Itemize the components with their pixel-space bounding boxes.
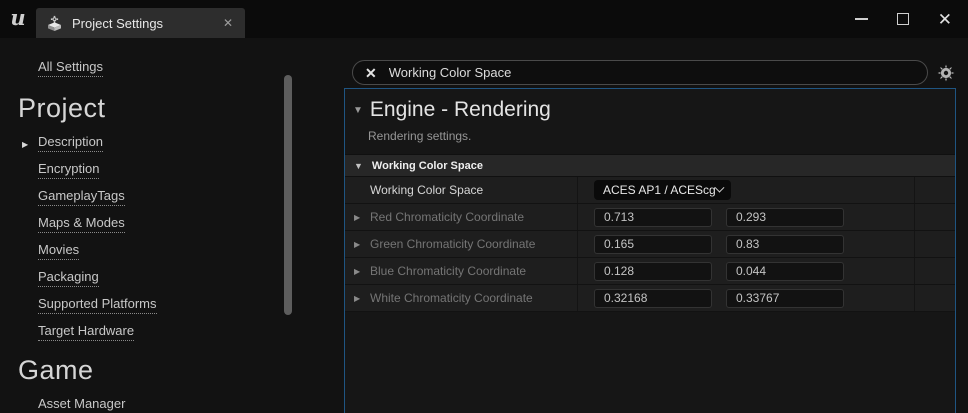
sidebar-item-label[interactable]: Maps & Modes <box>38 216 125 233</box>
settings-row: Working Color Space ACES AP1 / ACEScg <box>345 177 955 204</box>
sidebar-item-asset-manager[interactable]: Asset Manager <box>38 397 344 412</box>
settings-row: ▶ Red Chromaticity Coordinate 0.713 0.293 <box>345 204 955 231</box>
sidebar-scrollbar[interactable] <box>284 75 292 315</box>
row-value-cell: 0.128 0.044 <box>578 258 915 284</box>
row-expander-icon[interactable]: ▶ <box>354 267 362 276</box>
tab-project-settings[interactable]: Project Settings ✕ <box>36 8 245 38</box>
row-extra-cell <box>915 177 955 203</box>
row-label-cell: Working Color Space <box>345 177 578 203</box>
sidebar-item-label[interactable]: Movies <box>38 243 79 260</box>
sidebar-item-all-settings[interactable]: All Settings <box>38 59 103 77</box>
coordinate-value-field[interactable]: 0.128 <box>594 262 712 281</box>
row-value-cell: ACES AP1 / ACEScg <box>578 177 915 203</box>
row-label-cell: ▶ Green Chromaticity Coordinate <box>345 231 578 257</box>
dropdown-selected-value: ACES AP1 / ACEScg <box>603 183 716 197</box>
row-label: White Chromaticity Coordinate <box>370 291 533 305</box>
coordinate-value-field[interactable]: 0.83 <box>726 235 844 254</box>
row-value-cell: 0.32168 0.33767 <box>578 285 915 311</box>
section-collapse-icon[interactable]: ▼ <box>353 105 363 116</box>
sidebar-item-label[interactable]: Encryption <box>38 162 99 179</box>
row-extra-cell <box>915 285 955 311</box>
coordinate-value-field[interactable]: 0.165 <box>594 235 712 254</box>
category-collapse-icon[interactable]: ▼ <box>354 161 363 171</box>
sidebar-item-target-hardware[interactable]: Target Hardware <box>38 324 344 339</box>
sidebar-item-label[interactable]: Packaging <box>38 270 99 287</box>
sidebar-section-title-game: Game <box>18 355 344 386</box>
row-expander-icon[interactable]: ▶ <box>354 294 362 303</box>
chevron-down-icon <box>714 182 724 192</box>
settings-row: ▶ Blue Chromaticity Coordinate 0.128 0.044 <box>345 258 955 285</box>
settings-gear-icon[interactable] <box>936 63 956 83</box>
row-label-cell: ▶ Red Chromaticity Coordinate <box>345 204 578 230</box>
search-input[interactable] <box>389 65 915 80</box>
row-extra-cell <box>915 231 955 257</box>
unreal-logo-icon: u <box>0 0 36 38</box>
row-expander-icon[interactable]: ▶ <box>354 213 362 222</box>
maximize-button[interactable] <box>897 13 909 25</box>
row-value-cell: 0.165 0.83 <box>578 231 915 257</box>
row-value-cell: 0.713 0.293 <box>578 204 915 230</box>
row-expander-icon[interactable]: ▶ <box>354 240 362 249</box>
sidebar-item-packaging[interactable]: Packaging <box>38 270 344 285</box>
tab-close-icon[interactable]: ✕ <box>221 16 235 30</box>
sidebar-item-supported-platforms[interactable]: Supported Platforms <box>38 297 344 312</box>
sidebar-item-label[interactable]: Description <box>38 135 103 152</box>
section-subtitle: Rendering settings. <box>368 129 955 143</box>
minimize-button[interactable] <box>855 18 868 20</box>
clear-search-icon[interactable]: ✕ <box>365 66 377 80</box>
project-settings-icon <box>46 15 63 32</box>
sidebar-section-title-project: Project <box>18 93 344 124</box>
sidebar-item-label[interactable]: Supported Platforms <box>38 297 157 314</box>
coordinate-value-field[interactable]: 0.33767 <box>726 289 844 308</box>
tab-title: Project Settings <box>72 16 212 31</box>
row-extra-cell <box>915 258 955 284</box>
section-title: Engine - Rendering <box>370 98 551 122</box>
row-label: Working Color Space <box>370 183 483 197</box>
sidebar-item-gameplaytags[interactable]: GameplayTags <box>38 189 344 204</box>
working-color-space-dropdown[interactable]: ACES AP1 / ACEScg <box>594 180 731 200</box>
row-label: Red Chromaticity Coordinate <box>370 210 524 224</box>
sidebar-item-label[interactable]: GameplayTags <box>38 189 125 206</box>
category-header-working-color-space[interactable]: ▼ Working Color Space <box>345 154 955 177</box>
window-controls: ✕ <box>855 11 968 28</box>
titlebar: u Project Settings ✕ ✕ <box>0 0 968 38</box>
category-label: Working Color Space <box>372 160 483 172</box>
sidebar-item-encryption[interactable]: Encryption <box>38 162 344 177</box>
settings-sidebar: All Settings Project▶DescriptionEncrypti… <box>0 38 344 413</box>
row-label: Green Chromaticity Coordinate <box>370 237 535 251</box>
sidebar-item-movies[interactable]: Movies <box>38 243 344 258</box>
coordinate-value-field[interactable]: 0.293 <box>726 208 844 227</box>
settings-panel: ▼ Engine - Rendering Rendering settings.… <box>344 88 956 413</box>
row-label-cell: ▶ Blue Chromaticity Coordinate <box>345 258 578 284</box>
coordinate-value-field[interactable]: 0.713 <box>594 208 712 227</box>
row-label-cell: ▶ White Chromaticity Coordinate <box>345 285 578 311</box>
sidebar-item-description[interactable]: ▶Description <box>38 135 344 150</box>
selected-item-arrow-icon: ▶ <box>22 138 28 152</box>
settings-main: ✕ ▼ Engine - Rendering Rendering setting… <box>344 38 968 413</box>
settings-row: ▶ Green Chromaticity Coordinate 0.165 0.83 <box>345 231 955 258</box>
settings-row: ▶White Chromaticity Coordinate0.321680.3… <box>345 285 955 312</box>
settings-search-box[interactable]: ✕ <box>352 60 928 85</box>
sidebar-item-maps-modes[interactable]: Maps & Modes <box>38 216 344 231</box>
row-extra-cell <box>915 204 955 230</box>
coordinate-value-field[interactable]: 0.044 <box>726 262 844 281</box>
coordinate-value-field[interactable]: 0.32168 <box>594 289 712 308</box>
sidebar-item-label[interactable]: Asset Manager <box>38 397 125 413</box>
row-label: Blue Chromaticity Coordinate <box>370 264 526 278</box>
close-button[interactable]: ✕ <box>938 11 952 28</box>
sidebar-item-label[interactable]: Target Hardware <box>38 324 134 341</box>
